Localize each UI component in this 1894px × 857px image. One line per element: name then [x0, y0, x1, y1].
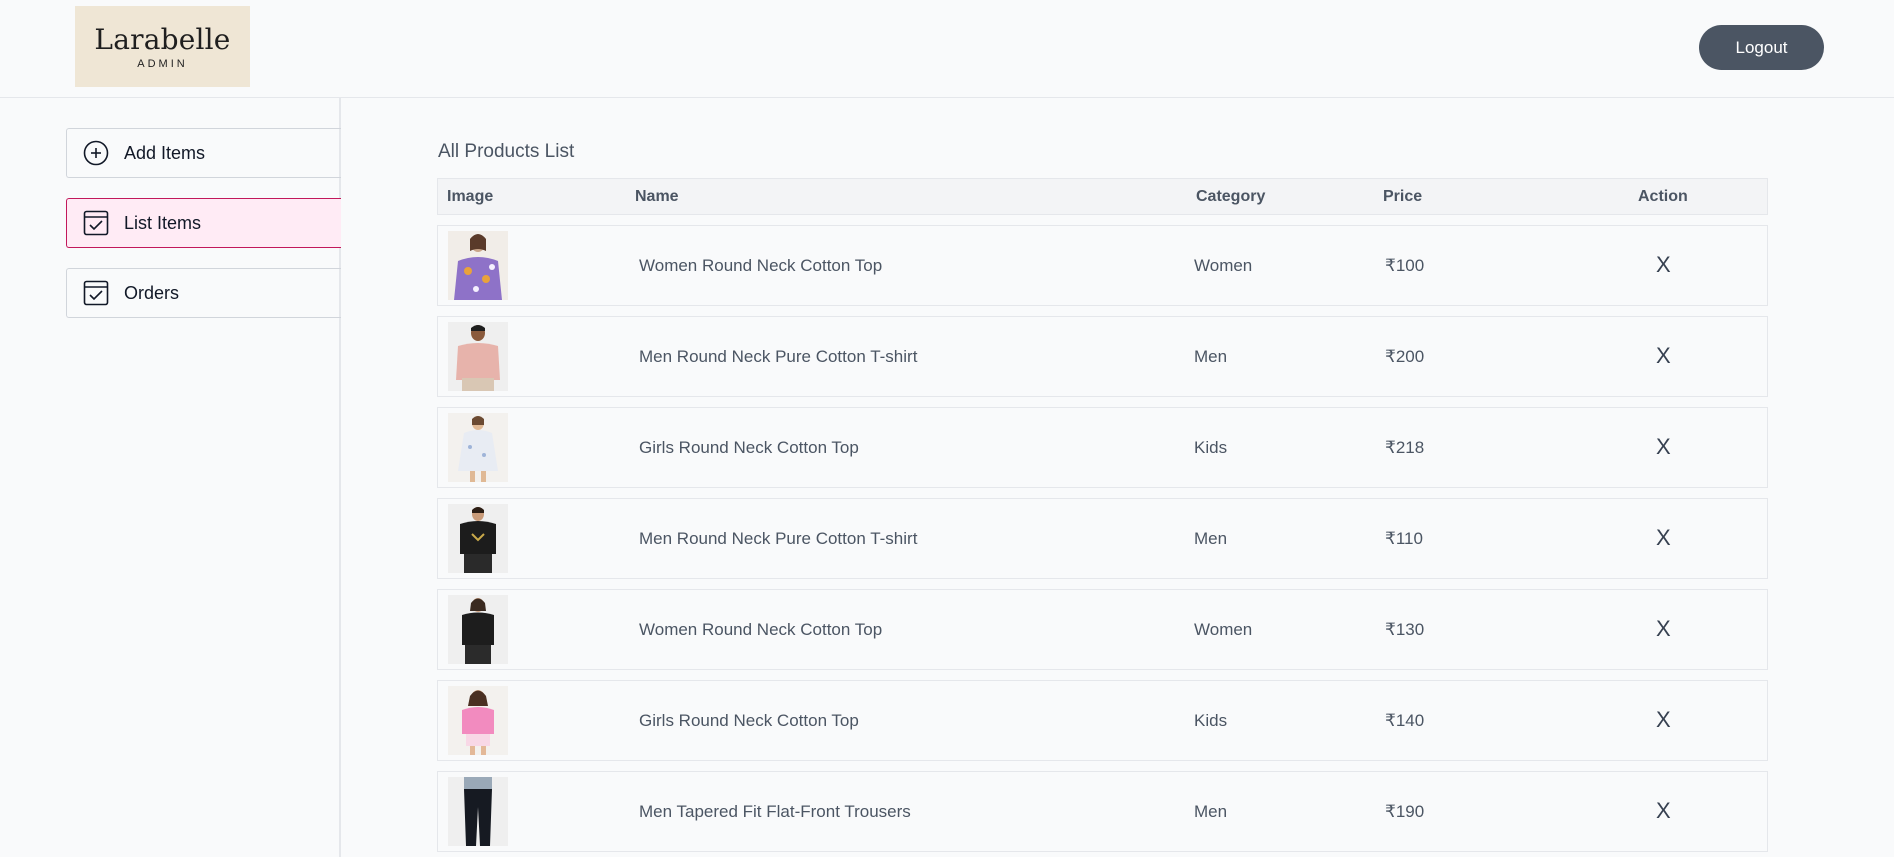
product-price: ₹100: [1385, 256, 1425, 275]
product-image: [448, 595, 508, 664]
table-row: Girls Round Neck Cotton Top Kids ₹140 X: [437, 680, 1768, 761]
remove-product-button[interactable]: X: [1656, 343, 1671, 369]
sidebar-item-label: Add Items: [124, 142, 206, 163]
table-row: Men Round Neck Pure Cotton T-shirt Men ₹…: [437, 316, 1768, 397]
column-header-category: Category: [1196, 188, 1266, 205]
product-price: ₹190: [1385, 802, 1425, 821]
table-row: Men Round Neck Pure Cotton T-shirt Men ₹…: [437, 498, 1768, 579]
product-name: Men Tapered Fit Flat-Front Trousers: [639, 802, 911, 821]
product-image: [448, 231, 508, 300]
product-name: Men Round Neck Pure Cotton T-shirt: [639, 347, 918, 366]
top-header: Larabelle ADMIN Logout: [0, 0, 1894, 98]
column-header-price: Price: [1383, 188, 1423, 205]
product-image: [448, 777, 508, 846]
product-category: Kids: [1194, 711, 1228, 730]
column-header-name: Name: [635, 188, 679, 205]
brand-logo: Larabelle ADMIN: [75, 6, 250, 87]
product-category: Women: [1194, 620, 1253, 639]
checklist-icon: [83, 210, 109, 236]
remove-product-button[interactable]: X: [1656, 525, 1671, 551]
product-image: [448, 686, 508, 755]
remove-product-button[interactable]: X: [1656, 707, 1671, 733]
product-category: Men: [1194, 347, 1228, 366]
table-row: Women Round Neck Cotton Top Women ₹130 X: [437, 589, 1768, 670]
remove-product-button[interactable]: X: [1656, 798, 1671, 824]
checklist-icon: [83, 280, 109, 306]
product-image: [448, 504, 508, 573]
table-row: Girls Round Neck Cotton Top Kids ₹218 X: [437, 407, 1768, 488]
column-header-action: Action: [1638, 188, 1688, 205]
product-image: [448, 322, 508, 391]
sidebar-item-label: Orders: [124, 282, 180, 303]
logout-button[interactable]: Logout: [1699, 25, 1824, 70]
product-price: ₹218: [1385, 438, 1425, 457]
table-row: Men Tapered Fit Flat-Front Trousers Men …: [437, 771, 1768, 852]
product-name: Men Round Neck Pure Cotton T-shirt: [639, 529, 918, 548]
brand-sub: ADMIN: [137, 57, 188, 70]
product-name: Women Round Neck Cotton Top: [639, 256, 883, 275]
sidebar: Add Items List Items Orders: [0, 98, 341, 857]
sidebar-item-orders[interactable]: Orders: [66, 268, 341, 318]
remove-product-button[interactable]: X: [1656, 616, 1671, 642]
product-price: ₹140: [1385, 711, 1425, 730]
sidebar-item-label: List Items: [124, 212, 202, 233]
product-category: Women: [1194, 256, 1253, 275]
sidebar-item-list-items[interactable]: List Items: [66, 198, 341, 248]
remove-product-button[interactable]: X: [1656, 434, 1671, 460]
table-row: Women Round Neck Cotton Top Women ₹100 X: [437, 225, 1768, 306]
product-price: ₹110: [1385, 529, 1423, 548]
product-price: ₹200: [1385, 347, 1425, 366]
remove-product-button[interactable]: X: [1656, 252, 1671, 278]
product-category: Men: [1194, 529, 1228, 548]
product-name: Girls Round Neck Cotton Top: [639, 711, 859, 730]
plus-circle-icon: [83, 140, 109, 166]
sidebar-item-add-items[interactable]: Add Items: [66, 128, 341, 178]
column-header-image: Image: [447, 188, 494, 205]
product-price: ₹130: [1385, 620, 1425, 639]
page-title: All Products List: [438, 141, 575, 162]
product-name: Girls Round Neck Cotton Top: [639, 438, 859, 457]
product-category: Kids: [1194, 438, 1228, 457]
table-header: Image Name Category Price Action: [437, 178, 1768, 215]
product-name: Women Round Neck Cotton Top: [639, 620, 883, 639]
product-image: [448, 413, 508, 482]
product-category: Men: [1194, 802, 1228, 821]
brand-name: Larabelle: [94, 22, 231, 56]
